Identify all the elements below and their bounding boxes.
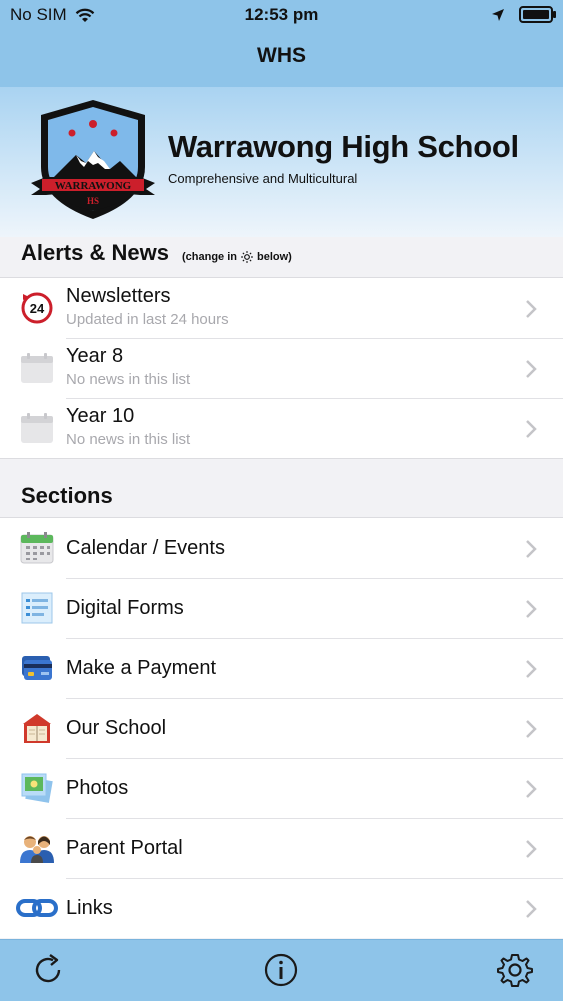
- chevron-right-icon: [526, 840, 537, 858]
- chevron-right-icon: [526, 360, 537, 378]
- sections-heading: Sections: [21, 483, 113, 508]
- alert-item-newsletters[interactable]: 24 Newsletters Updated in last 24 hours: [0, 278, 563, 338]
- alert-item-year-8[interactable]: Year 8 No news in this list: [0, 338, 563, 398]
- chevron-right-icon: [526, 540, 537, 558]
- alert-subtitle: No news in this list: [66, 431, 191, 448]
- alert-subtitle: No news in this list: [66, 371, 191, 388]
- calendar-icon: [20, 532, 54, 564]
- location-arrow-icon: [492, 8, 504, 21]
- school-book-icon: [23, 714, 51, 743]
- alert-title: Newsletters: [66, 285, 171, 307]
- chevron-right-icon: [526, 420, 537, 438]
- battery-icon: [519, 6, 556, 23]
- chevron-right-icon: [526, 720, 537, 738]
- section-label: Our School: [66, 717, 167, 739]
- alerts-list: 24 Newsletters Updated in last 24 hours …: [0, 277, 563, 459]
- section-label: Digital Forms: [66, 597, 184, 619]
- alerts-note-after: below): [257, 251, 292, 263]
- bottom-toolbar: [0, 939, 563, 1001]
- chevron-right-icon: [526, 900, 537, 918]
- info-icon[interactable]: [263, 952, 299, 988]
- 24-hour-icon: 24: [21, 292, 53, 324]
- alert-item-year-10[interactable]: Year 10 No news in this list: [0, 398, 563, 458]
- section-item-payment[interactable]: Make a Payment: [0, 638, 563, 698]
- school-crest-logo: WARRAWONG HS: [31, 100, 155, 219]
- refresh-icon[interactable]: [30, 952, 66, 988]
- nav-title: WHS: [257, 44, 306, 67]
- section-item-photos[interactable]: Photos: [0, 758, 563, 818]
- status-time: 12:53 pm: [244, 5, 319, 24]
- crest-initials: HS: [87, 196, 99, 206]
- form-icon: [21, 592, 53, 624]
- alerts-heading: Alerts & News: [21, 240, 169, 265]
- chevron-right-icon: [526, 300, 537, 318]
- crest-text: WARRAWONG: [55, 180, 132, 192]
- sections-header: Sections: [0, 457, 563, 517]
- status-bar: No SIM 12:53 pm: [0, 0, 563, 30]
- section-label: Make a Payment: [66, 657, 217, 679]
- top-bar: No SIM 12:53 pm WHS: [0, 0, 563, 87]
- alerts-note-before: (change in: [182, 251, 238, 263]
- chevron-right-icon: [526, 660, 537, 678]
- alert-title: Year 10: [66, 405, 135, 427]
- chevron-right-icon: [526, 780, 537, 798]
- gear-small-icon: [241, 251, 253, 263]
- section-item-calendar[interactable]: Calendar / Events: [0, 518, 563, 578]
- status-right: [491, 6, 556, 23]
- photos-icon: [21, 773, 53, 803]
- school-header: WARRAWONG HS Warrawong High School Compr…: [0, 87, 563, 237]
- parents-icon: [20, 836, 54, 863]
- credit-card-icon: [22, 656, 52, 680]
- link-icon: [16, 899, 58, 917]
- section-item-digital-forms[interactable]: Digital Forms: [0, 578, 563, 638]
- alert-title: Year 8: [66, 345, 124, 367]
- settings-icon[interactable]: [497, 952, 533, 988]
- calendar-empty-icon: [21, 413, 53, 443]
- chevron-right-icon: [526, 600, 537, 618]
- section-item-our-school[interactable]: Our School: [0, 698, 563, 758]
- section-label: Links: [66, 897, 113, 919]
- section-label: Parent Portal: [66, 837, 183, 859]
- section-item-parent-portal[interactable]: Parent Portal: [0, 818, 563, 878]
- calendar-empty-icon: [21, 353, 53, 383]
- school-name: Warrawong High School: [168, 129, 519, 164]
- section-label: Calendar / Events: [66, 537, 225, 559]
- alert-subtitle: Updated in last 24 hours: [66, 311, 229, 328]
- school-subtitle: Comprehensive and Multicultural: [168, 171, 358, 186]
- sections-list: Calendar / Events Digital Forms Make a P…: [0, 517, 563, 938]
- alerts-header: Alerts & News (change in below): [0, 237, 563, 277]
- section-label: Photos: [66, 777, 129, 799]
- badge-24: 24: [30, 301, 45, 316]
- section-item-links[interactable]: Links: [0, 878, 563, 938]
- alerts-note: (change in below): [182, 250, 292, 264]
